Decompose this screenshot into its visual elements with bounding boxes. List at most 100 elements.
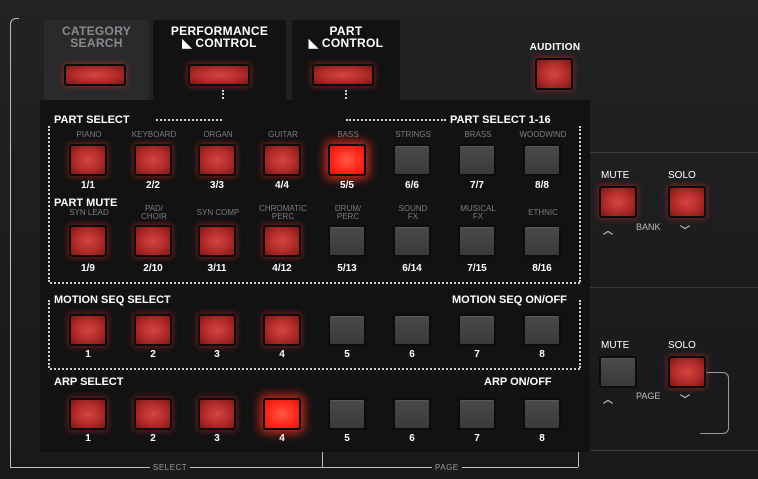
part-select-button-4[interactable] bbox=[263, 144, 301, 176]
motion-seq-button-6[interactable] bbox=[393, 314, 431, 346]
part-mute-category-label-line: SYN COMP bbox=[196, 208, 240, 217]
part-mute-button-1[interactable] bbox=[69, 225, 107, 257]
part-mute-button-3[interactable] bbox=[198, 225, 236, 257]
part-select-number-label: 5/5 bbox=[340, 180, 354, 191]
part-mute-category-label-line: PERC bbox=[271, 212, 295, 221]
bank-mute-button[interactable] bbox=[599, 186, 637, 218]
part-select-number-label: 3/3 bbox=[210, 180, 224, 191]
motion-seq-button-7[interactable] bbox=[458, 314, 496, 346]
part-select-category-label-line: WOODWIND bbox=[519, 130, 567, 139]
arp-button-1[interactable] bbox=[69, 398, 107, 430]
part-select-category-label: BRASS bbox=[448, 131, 508, 139]
page-left-chevron-icon: ︿ bbox=[603, 395, 613, 406]
page-footer-label: PAGE bbox=[432, 463, 462, 472]
part-select-button-6[interactable] bbox=[393, 144, 431, 176]
motion-right-line bbox=[579, 300, 581, 368]
part-control-line2: ◣ CONTROL bbox=[308, 36, 384, 50]
arp-button-4[interactable] bbox=[263, 398, 301, 430]
page-label: PAGE bbox=[636, 391, 661, 401]
part-mute-button-4[interactable] bbox=[263, 225, 301, 257]
part-select-top-line-right bbox=[346, 119, 446, 121]
part-select-number-label: 7/7 bbox=[470, 180, 484, 191]
arp-button-3[interactable] bbox=[198, 398, 236, 430]
motion-seq-button-8[interactable] bbox=[523, 314, 561, 346]
part-control-button[interactable] bbox=[312, 64, 374, 86]
part-mute-button-7[interactable] bbox=[458, 225, 496, 257]
page-mute-label: MUTE bbox=[601, 340, 630, 351]
part-select-button-8[interactable] bbox=[523, 144, 561, 176]
arp-onoff-label: ARP ON/OFF bbox=[484, 376, 552, 388]
performance-control-line2: ◣ CONTROL bbox=[182, 36, 257, 50]
main-button-panel bbox=[40, 100, 590, 452]
page-mute-button[interactable] bbox=[599, 356, 637, 388]
left-top-bracket bbox=[10, 18, 19, 41]
part-mute-category-label-line: FX bbox=[472, 212, 484, 221]
part-mute-button-5[interactable] bbox=[328, 225, 366, 257]
part-select-range-label: PART SELECT 1-16 bbox=[450, 114, 551, 126]
part-select-button-3[interactable] bbox=[198, 144, 236, 176]
motion-seq-number-label: 6 bbox=[409, 349, 415, 360]
arp-number-label: 4 bbox=[279, 433, 285, 444]
audition-button[interactable] bbox=[535, 58, 573, 90]
arp-button-2[interactable] bbox=[134, 398, 172, 430]
category-search-line2: SEARCH bbox=[70, 36, 123, 50]
page-solo-button[interactable] bbox=[668, 356, 706, 388]
arp-button-7[interactable] bbox=[458, 398, 496, 430]
motion-seq-button-1[interactable] bbox=[69, 314, 107, 346]
part-select-button-2[interactable] bbox=[134, 144, 172, 176]
motion-seq-button-4[interactable] bbox=[263, 314, 301, 346]
motion-left-line bbox=[48, 300, 50, 368]
performance-control-button[interactable] bbox=[188, 64, 250, 86]
part-mute-button-6[interactable] bbox=[393, 225, 431, 257]
part-mute-number-label: 2/10 bbox=[143, 263, 163, 274]
part-mute-category-label-line: ETHNIC bbox=[528, 208, 558, 217]
part-mute-number-label: 6/14 bbox=[402, 263, 422, 274]
part-mute-category-label: CHROMATIC PERC bbox=[253, 205, 313, 221]
motion-seq-button-2[interactable] bbox=[134, 314, 172, 346]
part-mute-number-label: 7/15 bbox=[467, 263, 487, 274]
select-footer-label: SELECT bbox=[150, 463, 191, 472]
category-search-button[interactable] bbox=[64, 64, 126, 86]
right-bracket-tick bbox=[578, 450, 579, 467]
motion-seq-number-label: 3 bbox=[214, 349, 220, 360]
arp-number-label: 3 bbox=[214, 433, 220, 444]
bank-solo-button[interactable] bbox=[668, 186, 706, 218]
motion-seq-number-label: 2 bbox=[150, 349, 156, 360]
arp-button-8[interactable] bbox=[523, 398, 561, 430]
motion-seq-select-label: MOTION SEQ SELECT bbox=[54, 294, 171, 306]
part-select-category-label: KEYBOARD bbox=[124, 131, 184, 139]
part-control-tab: PART ◣ CONTROL bbox=[292, 25, 400, 49]
part-select-bottom-line bbox=[50, 282, 580, 284]
part-mute-button-2[interactable] bbox=[134, 225, 172, 257]
part-mute-category-label-line: PERC bbox=[336, 212, 360, 221]
arp-number-label: 8 bbox=[539, 433, 545, 444]
part-select-label: PART SELECT bbox=[54, 114, 130, 126]
part-select-button-5[interactable] bbox=[328, 144, 366, 176]
bank-label: BANK bbox=[636, 222, 661, 232]
part-select-button-1[interactable] bbox=[69, 144, 107, 176]
part-select-number-label: 4/4 bbox=[275, 180, 289, 191]
part-mute-button-8[interactable] bbox=[523, 225, 561, 257]
part-mute-number-label: 3/11 bbox=[207, 263, 227, 274]
arp-number-label: 6 bbox=[409, 433, 415, 444]
arp-button-6[interactable] bbox=[393, 398, 431, 430]
bottom-bracket-line bbox=[10, 467, 578, 468]
motion-seq-button-3[interactable] bbox=[198, 314, 236, 346]
part-mute-number-label: 4/12 bbox=[272, 263, 292, 274]
part-select-category-label-line: PIANO bbox=[76, 130, 102, 139]
motion-seq-button-5[interactable] bbox=[328, 314, 366, 346]
motion-seq-onoff-label: MOTION SEQ ON/OFF bbox=[452, 294, 567, 306]
page-solo-label: SOLO bbox=[668, 340, 696, 351]
arp-number-label: 7 bbox=[474, 433, 480, 444]
part-select-button-7[interactable] bbox=[458, 144, 496, 176]
motion-seq-number-label: 7 bbox=[474, 349, 480, 360]
arp-button-5[interactable] bbox=[328, 398, 366, 430]
part-select-right-line bbox=[579, 126, 581, 282]
part-mute-category-label: PAD/CHOIR bbox=[124, 205, 184, 221]
audition-label: AUDITION bbox=[529, 42, 581, 53]
part-select-category-label-line: KEYBOARD bbox=[131, 130, 177, 139]
middle-bracket-tick bbox=[322, 450, 323, 467]
part-mute-category-label: SOUND FX bbox=[383, 205, 443, 221]
bank-right-chevron-icon: ﹀ bbox=[680, 226, 690, 237]
part-mute-category-label: SYN COMP bbox=[188, 209, 248, 217]
